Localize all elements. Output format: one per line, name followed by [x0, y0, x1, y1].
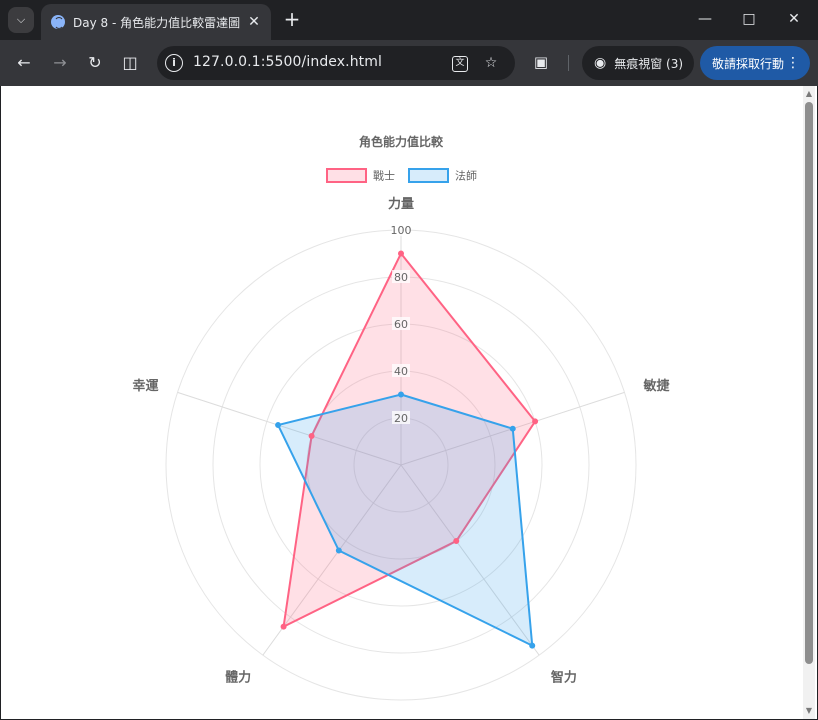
- chart-legend: 戰士 法師: [326, 168, 477, 183]
- data-point-0-2[interactable]: [453, 538, 460, 545]
- split-view-icon[interactable]: ◫: [118, 51, 142, 75]
- reload-icon[interactable]: ↻: [83, 51, 107, 75]
- tick-label-0: 20: [394, 412, 408, 425]
- tab-search-button[interactable]: ⌵: [8, 7, 34, 33]
- axis-label-4: 幸運: [132, 378, 158, 394]
- legend-label-0[interactable]: 戰士: [373, 170, 395, 183]
- tick-label-1: 40: [394, 365, 408, 378]
- scroll-up-icon[interactable]: ▲: [804, 89, 814, 99]
- new-tab-button[interactable]: +: [281, 8, 303, 30]
- address-bar[interactable]: i 127.0.0.1:5500/index.html 文 ☆: [157, 46, 515, 80]
- data-point-0-1[interactable]: [532, 418, 539, 425]
- data-point-1-3[interactable]: [335, 547, 342, 554]
- globe-icon: [51, 15, 65, 29]
- radar-chart: 角色能力值比較 戰士 法師 20 40 60 80 100 力量敏捷智力 體力 幸運: [132, 134, 671, 701]
- data-point-0-3[interactable]: [280, 623, 287, 630]
- tab-title: Day 8 - 角色能力值比較雷達圖: [73, 15, 241, 30]
- data-point-1-4[interactable]: [275, 422, 282, 429]
- tab-active[interactable]: Day 8 - 角色能力值比較雷達圖 ✕: [41, 4, 271, 40]
- toolbar-separator: [568, 55, 569, 71]
- incognito-icon: ◉: [594, 55, 607, 71]
- window-close-icon[interactable]: ✕: [779, 6, 809, 32]
- legend-label-1[interactable]: 法師: [455, 169, 477, 183]
- legend-swatch-0[interactable]: [326, 168, 367, 183]
- data-point-1-1[interactable]: [509, 425, 516, 432]
- data-point-0-4[interactable]: [308, 432, 315, 439]
- lens-icon[interactable]: ▣: [531, 52, 551, 72]
- axis-label-3: 體力: [225, 669, 251, 685]
- axis-label-0: 力量: [388, 196, 414, 212]
- arrow-right-icon[interactable]: →: [48, 51, 72, 75]
- title-bar: ⌵ Day 8 - 角色能力值比較雷達圖 ✕ + — □ ✕: [0, 0, 818, 40]
- action-label: 敬請採取行動: [712, 56, 785, 71]
- page-viewport: 角色能力值比較 戰士 法師 20 40 60 80 100 力量敏捷智力 體力 幸運 ▲ ▼: [1, 86, 817, 719]
- scroll-thumb[interactable]: [805, 102, 813, 664]
- axis-label-1: 敏捷: [643, 378, 671, 394]
- toolbar: ← → ↻ ◫ i 127.0.0.1:5500/index.html 文 ☆: [0, 40, 818, 86]
- info-icon[interactable]: i: [165, 54, 183, 72]
- url-text[interactable]: 127.0.0.1:5500/index.html: [193, 54, 382, 70]
- arrow-left-icon[interactable]: ←: [12, 51, 36, 75]
- data-point-0-0[interactable]: [398, 250, 404, 257]
- scrollbar[interactable]: ▲ ▼: [803, 86, 815, 719]
- chart-title: 角色能力值比較: [359, 134, 444, 149]
- close-icon[interactable]: ✕: [246, 14, 262, 30]
- plus-icon: +: [283, 7, 301, 31]
- action-button[interactable]: 敬請採取行動 ⋮: [700, 46, 810, 80]
- data-point-1-0[interactable]: [398, 391, 404, 398]
- legend-swatch-1[interactable]: [408, 168, 449, 183]
- minimize-icon[interactable]: —: [690, 6, 720, 32]
- tick-label-2: 60: [394, 318, 408, 331]
- scroll-down-icon[interactable]: ▼: [804, 706, 814, 716]
- axis-label-2: 智力: [551, 669, 577, 685]
- star-icon[interactable]: ☆: [481, 53, 501, 73]
- chevron-down-icon: ⌵: [16, 13, 26, 26]
- data-point-1-2[interactable]: [529, 642, 536, 649]
- more-vert-icon[interactable]: ⋮: [786, 54, 800, 72]
- tick-label-3: 80: [394, 271, 408, 284]
- incognito-indicator[interactable]: ◉ 無痕視窗 (3): [582, 46, 694, 80]
- incognito-label: 無痕視窗 (3): [614, 56, 684, 71]
- maximize-icon[interactable]: □: [734, 6, 764, 32]
- tick-label-4: 100: [391, 224, 412, 237]
- radar-series: [275, 250, 539, 649]
- translate-icon[interactable]: 文: [452, 56, 468, 72]
